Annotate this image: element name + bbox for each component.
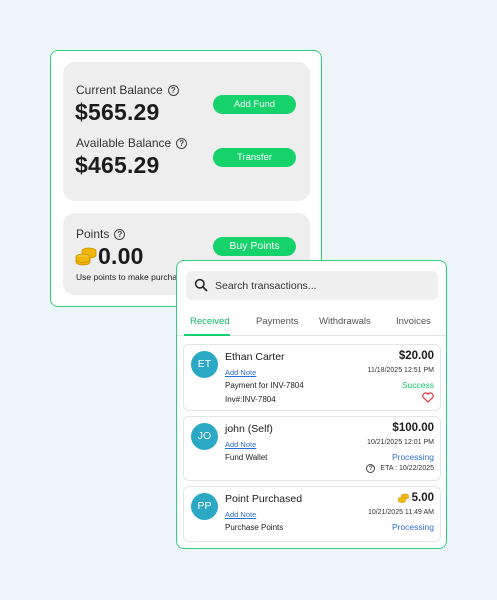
status-badge: Success — [401, 380, 434, 390]
transaction-description: Payment for INV-7804 — [225, 381, 304, 390]
help-circle-icon[interactable]: ? — [176, 137, 188, 149]
transaction-amount: $100.00 — [392, 422, 434, 434]
help-circle-icon[interactable]: ? — [114, 228, 126, 240]
add-fund-button[interactable]: Add Fund — [213, 95, 296, 114]
transaction-name: john (Self) — [225, 423, 273, 435]
transaction-amount: $20.00 — [399, 350, 434, 362]
transaction-reference: Inv#:INV-7804 — [225, 395, 276, 404]
transaction-row[interactable]: PP Point Purchased Add Note Purchase Poi… — [183, 486, 441, 542]
search-input[interactable] — [215, 271, 430, 300]
heart-icon[interactable] — [422, 392, 434, 403]
transaction-date: 10/21/2025 12:01 PM — [367, 439, 434, 446]
eta-text: ETA : 10/22/2025 — [380, 465, 434, 472]
transaction-date: 11/18/2025 12:51 PM — [367, 367, 434, 374]
status-badge: Processing — [391, 452, 434, 462]
tab-received[interactable]: Received — [190, 316, 230, 327]
amount-value: $100.00 — [392, 422, 434, 434]
points-label: Points — [76, 227, 110, 241]
help-circle-icon[interactable]: ? — [167, 84, 179, 96]
transactions-card: Received Payments Withdrawals Invoices E… — [176, 260, 447, 549]
help-circle-icon[interactable]: ? — [366, 464, 376, 473]
current-balance-heading: Current Balance ? — [76, 83, 179, 97]
status-badge: Processing — [391, 522, 434, 532]
eta-info: ? ETA : 10/22/2025 — [366, 464, 434, 473]
balance-panel: Current Balance ? $565.29 Add Fund Avail… — [63, 62, 310, 201]
add-note-link[interactable]: Add Note — [225, 510, 256, 519]
transaction-name: Point Purchased — [225, 493, 303, 505]
available-balance-heading: Available Balance ? — [76, 136, 188, 150]
transaction-name: Ethan Carter — [225, 351, 285, 363]
current-balance-label: Current Balance — [76, 83, 163, 97]
avatar: ET — [191, 351, 218, 378]
tab-withdrawals[interactable]: Withdrawals — [319, 316, 371, 327]
transaction-description: Purchase Points — [225, 523, 284, 532]
tab-payments[interactable]: Payments — [256, 316, 298, 327]
transaction-row[interactable]: JO john (Self) Add Note Fund Wallet $100… — [183, 416, 441, 481]
transaction-date: 10/21/2025 11:49 AM — [367, 509, 434, 516]
transfer-button[interactable]: Transfer — [213, 148, 296, 167]
transaction-amount: 5.00 — [397, 492, 434, 504]
tab-invoices[interactable]: Invoices — [396, 316, 431, 327]
transaction-tabs: Received Payments Withdrawals Invoices — [177, 309, 446, 336]
transaction-row[interactable]: ET Ethan Carter Add Note Payment for INV… — [183, 344, 441, 411]
transaction-description: Fund Wallet — [225, 453, 268, 462]
add-note-link[interactable]: Add Note — [225, 440, 256, 449]
available-balance-label: Available Balance — [76, 136, 172, 150]
points-amount: 0.00 — [98, 243, 144, 269]
add-note-link[interactable]: Add Note — [225, 368, 256, 377]
avatar: JO — [191, 423, 218, 450]
available-balance-amount: $465.29 — [75, 152, 160, 178]
search-icon — [194, 278, 208, 292]
active-tab-indicator — [184, 334, 230, 336]
coins-icon — [75, 247, 97, 266]
amount-value: $20.00 — [398, 350, 434, 362]
search-bar — [186, 271, 438, 300]
coins-icon — [397, 493, 409, 503]
points-heading: Points ? — [76, 227, 126, 241]
current-balance-amount: $565.29 — [75, 99, 160, 125]
amount-value: 5.00 — [411, 492, 434, 504]
buy-points-button[interactable]: Buy Points — [213, 237, 296, 256]
avatar: PP — [191, 493, 218, 520]
